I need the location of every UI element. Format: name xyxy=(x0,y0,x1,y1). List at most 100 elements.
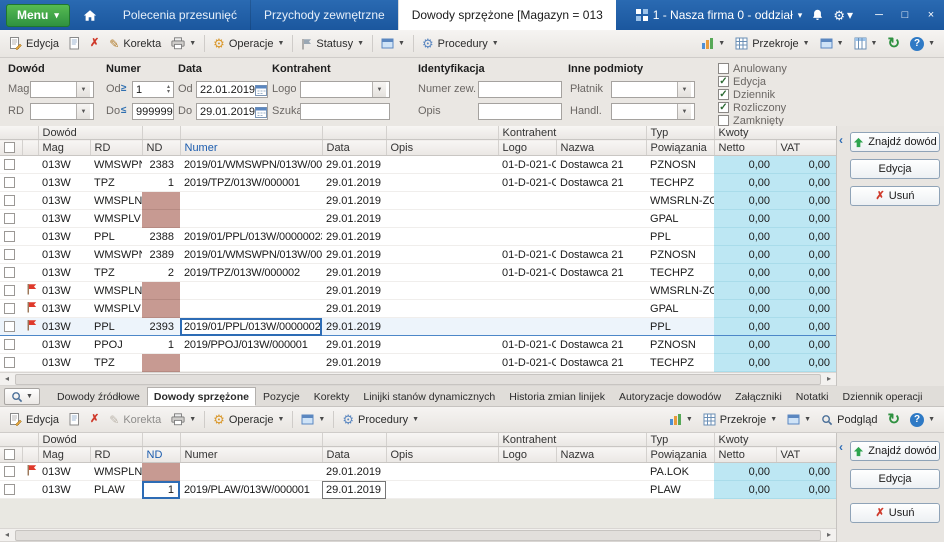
cell-typ[interactable]: PZNOSN xyxy=(646,245,715,264)
table-row[interactable]: 013W PPOJ 1 2019/PPOJ/013W/000001 29.01.2019… xyxy=(0,335,837,354)
cell-logo[interactable] xyxy=(498,480,556,499)
col-header-logo[interactable]: Logo xyxy=(498,139,557,156)
cell-typ[interactable]: PZNOSN xyxy=(646,155,715,174)
filter-checkbox-anulowany[interactable]: Anulowany xyxy=(718,62,787,75)
edit-button[interactable]: Edycja xyxy=(4,35,64,52)
cell-typ[interactable]: PPL xyxy=(646,227,715,246)
cell-netto[interactable]: 0,00 xyxy=(714,281,777,300)
cell-vat[interactable]: 0,00 xyxy=(776,317,837,336)
cell-opis[interactable] xyxy=(386,480,498,499)
cell-logo[interactable]: 01-D-021-C xyxy=(498,335,556,354)
cell-data[interactable]: 29.01.2019 xyxy=(322,281,386,300)
settings-dropdown[interactable]: ⚙ ▾ xyxy=(833,8,853,22)
cell-typ[interactable]: GPAL xyxy=(646,209,715,228)
cell-rd[interactable]: PPL xyxy=(90,317,142,336)
refresh-button[interactable]: ↻ xyxy=(882,34,905,53)
row-select-cell[interactable] xyxy=(0,462,22,481)
maximize-button[interactable]: □ xyxy=(892,0,918,30)
cross-sections-dropdown[interactable]: Przekroje ▼ xyxy=(698,411,782,428)
company-selector[interactable]: 1 - Nasza firma 0 - oddział ▾ xyxy=(635,8,802,22)
cell-data[interactable]: 29.01.2019 xyxy=(322,173,386,192)
cell-mag[interactable]: 013W xyxy=(38,462,90,481)
notifications-button[interactable] xyxy=(811,8,824,22)
row-flag-cell[interactable] xyxy=(22,480,38,499)
row-flag-cell[interactable] xyxy=(22,155,38,174)
calendar-icon[interactable] xyxy=(255,84,267,96)
col-header-netto[interactable]: Netto xyxy=(714,139,777,156)
scroll-right-arrow[interactable]: ▸ xyxy=(822,375,836,383)
cell-opis[interactable] xyxy=(386,191,498,210)
cell-netto[interactable]: 0,00 xyxy=(714,299,777,318)
cell-vat[interactable]: 0,00 xyxy=(776,245,837,264)
filter-checkbox-edycja[interactable]: ✓ Edycja xyxy=(718,75,787,88)
tab-autoryzacje-dowodów[interactable]: Autoryzacje dowodów xyxy=(612,387,728,406)
cell-nd[interactable] xyxy=(142,191,180,210)
cell-data[interactable]: 29.01.2019 xyxy=(322,227,386,246)
cell-nd[interactable]: 2383 xyxy=(142,155,180,174)
cell-vat[interactable]: 0,00 xyxy=(776,227,837,246)
cell-mag[interactable]: 013W xyxy=(38,353,90,372)
cell-opis[interactable] xyxy=(386,173,498,192)
numer-od-input[interactable]: 1 ▴ ▾ xyxy=(132,81,174,98)
cell-nd[interactable] xyxy=(142,353,180,372)
help-button[interactable]: ? ▼ xyxy=(905,35,940,53)
tab-historia-zmian-linijek[interactable]: Historia zmian linijek xyxy=(502,387,612,406)
table-row[interactable]: 013WWMSWPN23892019/01/WMSWPN/013W/000000… xyxy=(0,245,837,264)
table-row[interactable]: 013W WMSPLN 29.01.2019 WMSRLN-ZO 0,00 0,00 xyxy=(0,191,837,210)
cell-nd[interactable] xyxy=(142,209,180,228)
cell-mag[interactable]: 013W xyxy=(38,227,90,246)
cell-typ[interactable]: PLAW xyxy=(646,480,715,499)
row-flag-cell[interactable] xyxy=(22,173,38,192)
tab-dziennik-operacji[interactable]: Dziennik operacji xyxy=(835,387,929,406)
row-select-cell[interactable] xyxy=(0,227,22,246)
filter-checkbox-rozliczony[interactable]: ✓ Rozliczony xyxy=(718,101,787,114)
cell-nazwa[interactable] xyxy=(556,191,647,210)
row-checkbox[interactable] xyxy=(4,303,15,315)
cell-nazwa[interactable]: Dostawca 21 xyxy=(556,353,647,372)
row-flag-cell[interactable] xyxy=(22,227,38,246)
cell-vat[interactable]: 0,00 xyxy=(776,462,837,481)
cell-numer[interactable]: 2019/01/PPL/013W/0000002388 xyxy=(180,227,322,246)
data-od-input[interactable]: 22.01.2019 xyxy=(196,81,268,98)
cell-typ[interactable]: PPL xyxy=(646,317,715,336)
cell-mag[interactable]: 013W xyxy=(38,317,90,336)
cell-logo[interactable] xyxy=(498,281,556,300)
cell-typ[interactable]: PA.LOK xyxy=(646,462,715,481)
cell-nazwa[interactable] xyxy=(556,462,647,481)
row-checkbox[interactable] xyxy=(4,321,15,333)
cell-nazwa[interactable] xyxy=(556,480,647,499)
cell-rd[interactable]: PLAW xyxy=(90,480,142,499)
row-flag-cell[interactable] xyxy=(22,462,38,481)
cell-vat[interactable]: 0,00 xyxy=(776,281,837,300)
cell-mag[interactable]: 013W xyxy=(38,155,90,174)
cell-data[interactable]: 29.01.2019 xyxy=(322,263,386,282)
table-row[interactable]: 013W WMSPLV 29.01.2019 GPAL 0,00 0,00 xyxy=(0,299,837,318)
col-header-data[interactable]: Data xyxy=(322,446,387,463)
cell-netto[interactable]: 0,00 xyxy=(714,209,777,228)
correction-button[interactable]: ✎ Korekta xyxy=(104,36,166,52)
edit-button[interactable]: Edycja xyxy=(4,411,64,428)
new-document-button[interactable] xyxy=(64,411,85,428)
row-checkbox[interactable] xyxy=(4,339,15,351)
new-document-button[interactable] xyxy=(64,35,85,52)
cell-nazwa[interactable] xyxy=(556,227,647,246)
unchecked-checkbox-icon[interactable] xyxy=(718,115,729,126)
refresh-button[interactable]: ↻ xyxy=(882,410,905,429)
cell-nd[interactable] xyxy=(142,462,180,481)
cell-nazwa[interactable] xyxy=(556,209,647,228)
collapse-columns-button[interactable]: ‹ xyxy=(839,134,843,146)
cell-nd[interactable]: 2393 xyxy=(142,317,180,336)
cell-rd[interactable]: TPZ xyxy=(90,173,142,192)
cell-vat[interactable]: 0,00 xyxy=(776,480,837,499)
cell-netto[interactable]: 0,00 xyxy=(714,462,777,481)
row-checkbox[interactable] xyxy=(4,267,15,279)
chart-dropdown[interactable]: ▼ xyxy=(664,411,698,428)
cell-opis[interactable] xyxy=(386,317,498,336)
row-checkbox[interactable] xyxy=(4,177,15,189)
edit-row-button[interactable]: Edycja xyxy=(850,159,940,179)
row-flag-cell[interactable] xyxy=(22,245,38,264)
cell-rd[interactable]: WMSPLN xyxy=(90,462,142,481)
row-flag-cell[interactable] xyxy=(22,353,38,372)
operations-dropdown[interactable]: ⚙ Operacje ▼ xyxy=(208,411,289,428)
cell-nazwa[interactable] xyxy=(556,281,647,300)
